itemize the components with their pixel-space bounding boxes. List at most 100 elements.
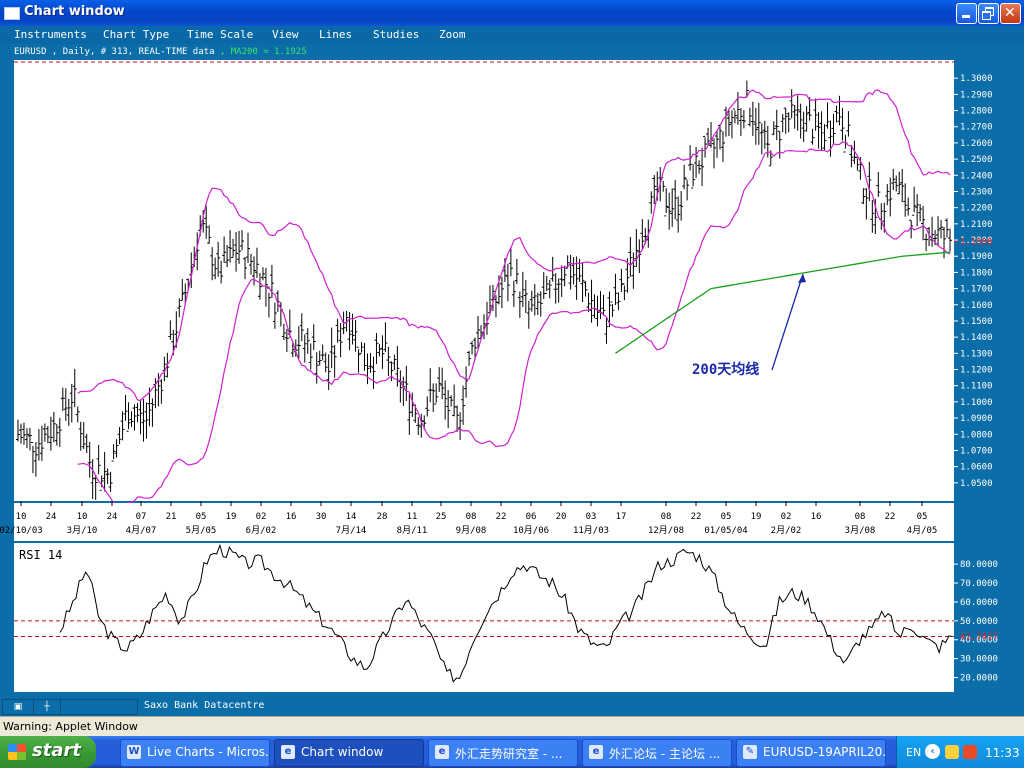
- price-axis-label: 1.0800: [960, 430, 993, 440]
- windows-logo-icon: [8, 744, 26, 760]
- menu-lines[interactable]: Lines: [319, 28, 352, 41]
- tray-app-icon[interactable]: [945, 745, 959, 759]
- date-axis-day-label: 10: [16, 512, 27, 522]
- date-axis-month-label: 5月/05: [186, 525, 217, 536]
- date-axis-month-label: 8月/11: [397, 525, 428, 536]
- date-axis-day-label: 08: [466, 512, 477, 522]
- window-title: Chart window: [24, 4, 125, 19]
- rsi-axis-label: 50.0000: [960, 617, 998, 627]
- date-axis-day-label: 16: [811, 512, 822, 522]
- price-axis-label: 1.1300: [960, 349, 993, 359]
- date-axis-day-label: 08: [855, 512, 866, 522]
- window-app-icon[interactable]: [4, 7, 20, 20]
- menu-zoom[interactable]: Zoom: [439, 28, 466, 41]
- date-axis-day-label: 28: [377, 512, 388, 522]
- date-axis-day-label: 07: [136, 512, 147, 522]
- chart-svg[interactable]: 200天均线 1.3000 1.2900 1.2800 1.2700 1.2600 1.2…: [0, 44, 1024, 698]
- price-axis-label: 1.0500: [960, 479, 993, 489]
- price-axis-label: 1.1400: [960, 333, 993, 343]
- tray-expand-icon[interactable]: ‹: [925, 744, 940, 759]
- price-axis-label: 1.1600: [960, 301, 993, 311]
- current-price-label: 1.1990: [960, 238, 993, 248]
- tray-network-icon[interactable]: [963, 745, 977, 759]
- minimize-button[interactable]: [956, 3, 977, 24]
- date-axis-day-label: 05: [917, 512, 928, 522]
- document-icon: W: [127, 745, 141, 759]
- rsi-plot-background[interactable]: [14, 543, 954, 692]
- date-axis-day-label: 22: [691, 512, 702, 522]
- start-button[interactable]: start: [0, 736, 96, 768]
- date-axis-month-label: 2月/02: [771, 525, 802, 536]
- chart-settings-button[interactable]: ▣: [2, 699, 34, 715]
- close-icon: ✕: [1004, 5, 1016, 21]
- task-chart-window[interactable]: e Chart window: [274, 739, 424, 767]
- browser-icon: e: [589, 745, 603, 759]
- windows-taskbar: start W Live Charts - Micros... e Chart wi…: [0, 736, 1024, 768]
- language-indicator[interactable]: EN: [906, 746, 921, 759]
- price-axis-label: 1.0900: [960, 414, 993, 424]
- system-tray: EN ‹ 11:33: [896, 736, 1024, 768]
- applet-warning-bar: Warning: Applet Window: [0, 716, 1024, 737]
- menu-time-scale[interactable]: Time Scale: [187, 28, 253, 41]
- data-source-label: Saxo Bank Datacentre: [144, 700, 265, 711]
- date-axis-day-label: 14: [346, 512, 357, 522]
- price-axis-label: 1.0600: [960, 463, 993, 473]
- paint-icon: ✎: [743, 745, 757, 759]
- task-forex-research[interactable]: e 外汇走势研究室 - ...: [428, 739, 578, 767]
- ma200-annotation: 200天均线: [692, 361, 759, 378]
- date-axis-day-label: 05: [196, 512, 207, 522]
- price-axis-label: 1.1900: [960, 252, 993, 262]
- date-axis-day-label: 11: [407, 512, 418, 522]
- date-axis-day-label: 19: [226, 512, 237, 522]
- crosshair-icon: ┼: [44, 702, 50, 712]
- rsi-label: RSI 14: [19, 548, 62, 562]
- crosshair-button[interactable]: ┼: [33, 699, 61, 715]
- date-axis-month-label: 01/05/04: [704, 526, 747, 536]
- task-live-charts[interactable]: W Live Charts - Micros...: [120, 739, 270, 767]
- price-axis-label: 1.1100: [960, 382, 993, 392]
- date-axis-month-label: 3月/08: [845, 525, 876, 536]
- date-axis-day-label: 19: [751, 512, 762, 522]
- date-axis-day-label: 20: [556, 512, 567, 522]
- date-axis-day-label: 16: [286, 512, 297, 522]
- restore-button[interactable]: [978, 3, 999, 24]
- price-plot-background[interactable]: [14, 60, 954, 501]
- date-axis-day-label: 02: [256, 512, 267, 522]
- date-axis-month-label: 6月/02: [246, 525, 277, 536]
- menu-chart-type[interactable]: Chart Type: [103, 28, 169, 41]
- menu-view[interactable]: View: [272, 28, 299, 41]
- date-axis-day-label: 21: [166, 512, 177, 522]
- price-axis-label: 1.1200: [960, 366, 993, 376]
- date-axis-day-label: 22: [885, 512, 896, 522]
- menu-bar: Instruments Chart Type Time Scale View L…: [0, 26, 1024, 44]
- browser-icon: e: [435, 745, 449, 759]
- date-axis-month-label: 4月/05: [907, 525, 938, 536]
- task-forex-forum[interactable]: e 外汇论坛 - 主论坛 ...: [582, 739, 732, 767]
- clock: 11:33: [985, 746, 1020, 760]
- rsi-axis-label: 80.0000: [960, 560, 998, 570]
- date-axis-day-label: 24: [46, 512, 57, 522]
- rsi-axis-label: 30.0000: [960, 655, 998, 665]
- price-axis-label: 1.2800: [960, 107, 993, 117]
- date-axis-day-label: 30: [316, 512, 327, 522]
- close-button[interactable]: ✕: [1000, 3, 1021, 24]
- rsi-axis-label: 20.0000: [960, 674, 998, 684]
- chart-settings-icon: ▣: [13, 702, 23, 712]
- rsi-current-label: 41.7417: [960, 632, 998, 642]
- date-axis-day-label: 25: [436, 512, 447, 522]
- date-axis-month-label: 9月/08: [456, 525, 487, 536]
- date-axis-month-label: 4月/07: [126, 525, 157, 536]
- toolbar-blank-button[interactable]: [60, 699, 138, 715]
- date-axis-day-label: 06: [526, 512, 537, 522]
- date-axis-month-label: 12月/08: [648, 525, 684, 536]
- rsi-axis-label: 60.0000: [960, 598, 998, 608]
- price-axis-label: 1.2200: [960, 204, 993, 214]
- window-title-bar[interactable]: Chart window ✕: [0, 0, 1024, 26]
- chart-area: EURUSD , Daily, # 313, REAL-TIME data , …: [0, 44, 1024, 698]
- menu-studies[interactable]: Studies: [373, 28, 419, 41]
- price-axis-label: 1.2400: [960, 171, 993, 181]
- price-axis-label: 1.2300: [960, 187, 993, 197]
- date-axis-day-label: 05: [721, 512, 732, 522]
- task-eurusd-image[interactable]: ✎ EURUSD-19APRIL20...: [736, 739, 886, 767]
- menu-instruments[interactable]: Instruments: [14, 28, 87, 41]
